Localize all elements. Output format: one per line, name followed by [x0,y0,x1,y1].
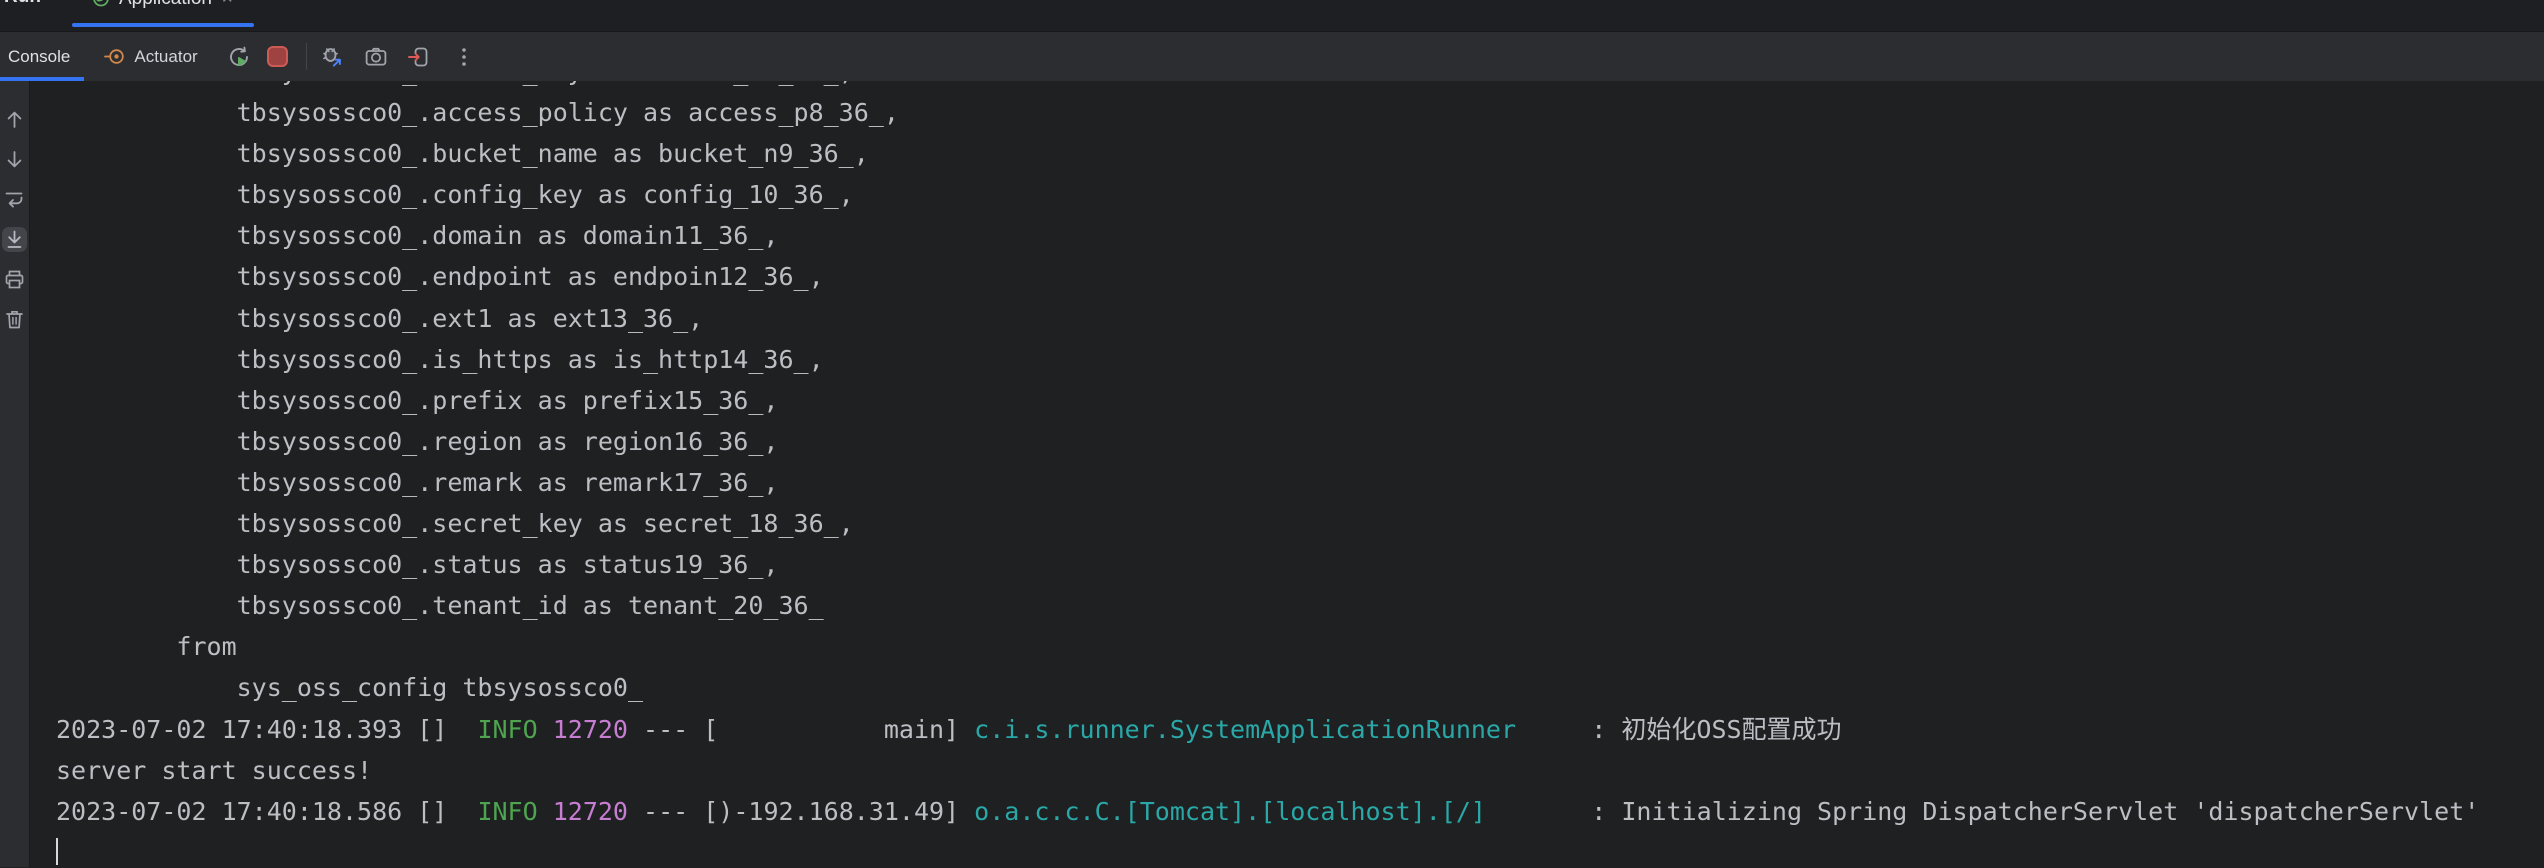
rerun-icon[interactable] [226,44,252,70]
console-tab-label: Console [8,47,70,67]
print-icon[interactable] [2,267,27,292]
console-line: tbsysossco0_.status as status19_36_, [56,544,2544,585]
console-line: tbsysossco0_.remark as remark17_36_, [56,462,2544,503]
console-line-clipped: tbsysossco0_.access_key as access_k7_36_… [56,81,2544,92]
console-line: from [56,626,2544,667]
camera-icon[interactable] [363,44,389,70]
stop-icon[interactable] [265,44,291,70]
console-output[interactable]: tbsysossco0_.access_key as access_k7_36_… [30,81,2544,867]
console-line [56,832,2544,867]
console-line: tbsysossco0_.is_https as is_http14_36_, [56,339,2544,380]
console-line: tbsysossco0_.prefix as prefix15_36_, [56,380,2544,421]
more-kebab-icon[interactable] [451,44,477,70]
console-line: tbsysossco0_.region as region16_36_, [56,421,2544,462]
soft-wrap-icon[interactable] [2,187,27,212]
console-line: 2023-07-02 17:40:18.586 [] INFO 12720 --… [56,791,2544,832]
scroll-up-icon[interactable] [2,107,27,132]
exit-icon[interactable] [405,44,431,70]
console-line: 2023-07-02 17:40:18.393 [] INFO 12720 --… [56,709,2544,750]
tab-console[interactable]: Console [0,32,84,81]
spring-boot-icon [92,0,110,7]
run-config-tab-application[interactable]: Application ✕ [70,0,256,32]
run-config-tab-bar: Run Application ✕ [0,0,2544,32]
console-lines: tbsysossco0_.access_key as access_k7_36_… [30,81,2544,867]
console-line: tbsysossco0_.secret_key as secret_18_36_… [56,503,2544,544]
tool-window-title: Run [4,0,41,7]
console-line: tbsysossco0_.endpoint as endpoin12_36_, [56,256,2544,297]
clear-all-icon[interactable] [2,307,27,332]
console-body: tbsysossco0_.access_key as access_k7_36_… [0,81,2544,867]
console-line: tbsysossco0_.config_key as config_10_36_… [56,174,2544,215]
run-config-tab-label: Application [119,0,212,8]
run-tool-window: Run Application ✕ Console [0,0,2544,868]
console-line: tbsysossco0_.tenant_id as tenant_20_36_ [56,585,2544,626]
toolbar-separator [306,43,307,70]
console-line: tbsysossco0_.domain as domain11_36_, [56,215,2544,256]
actuator-tab-label: Actuator [134,47,197,67]
console-line: tbsysossco0_.bucket_name as bucket_n9_36… [56,133,2544,174]
console-line: server start success! [56,750,2544,791]
actuator-endpoint-icon [104,46,125,67]
console-line: sys_oss_config tbsysossco0_ [56,667,2544,708]
console-line: tbsysossco0_.ext1 as ext13_36_, [56,298,2544,339]
text-caret [56,838,58,865]
scroll-to-end-icon[interactable] [2,227,27,252]
scroll-down-icon[interactable] [2,147,27,172]
console-toolbar: Console Actuator [0,32,2544,81]
attach-debugger-icon[interactable] [319,44,345,70]
active-tab-underline [72,23,254,27]
tab-actuator[interactable]: Actuator [92,32,209,81]
console-line: tbsysossco0_.access_policy as access_p8_… [56,92,2544,133]
close-icon[interactable]: ✕ [221,0,234,6]
console-gutter [0,81,30,867]
